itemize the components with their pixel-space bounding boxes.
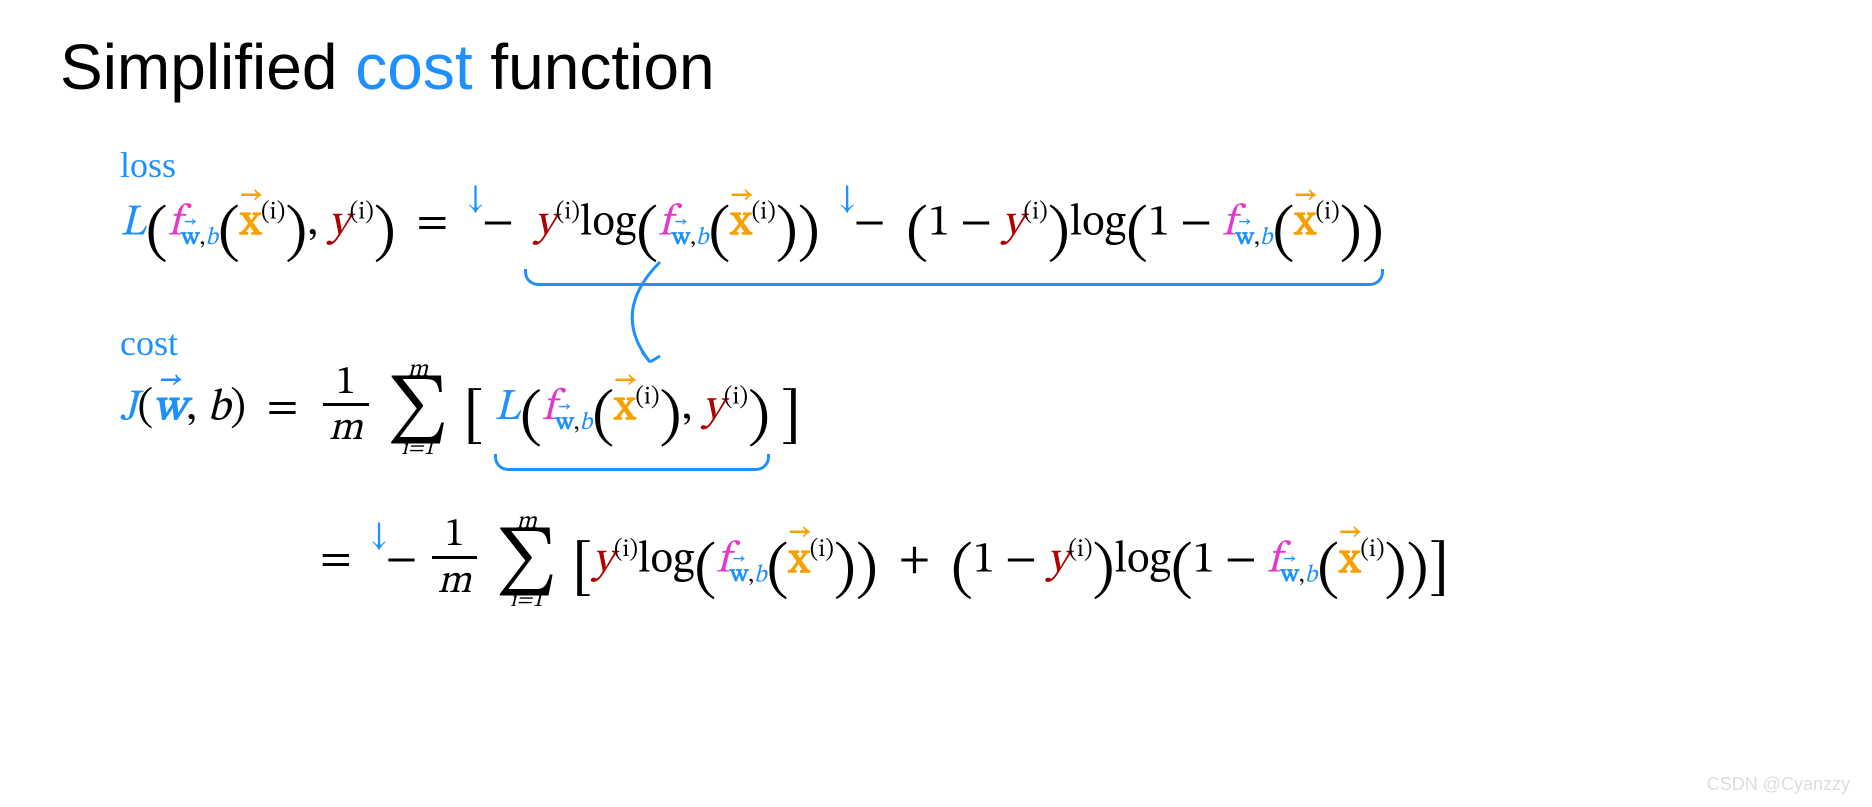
sigma-icon: m∑i=1 <box>387 358 449 460</box>
loss-rhs-underbraced: y(i)log(fw,b(x(i))) ↓− (1 − y(i))log(1 −… <box>524 180 1384 272</box>
title-cost: cost <box>355 31 472 103</box>
cost-expanded-formula: = ↓− 1m m∑i=1 [y(i)log(fw,b(x(i))) + (1 … <box>320 510 1812 612</box>
cost-bracket-underbraced: L(fw,b(x(i)), y(i)) <box>494 382 770 456</box>
slide-title: Simplified cost function <box>60 30 1812 104</box>
title-post: function <box>473 31 715 103</box>
cost-block: cost J(w, b) = 1m m∑i=1 [ L(fw,b(x(i)), … <box>60 322 1812 460</box>
sigma-icon: m∑i=1 <box>496 510 558 612</box>
one-over-m: 1m <box>432 516 478 606</box>
loss-block: loss L(fw,b(x(i)), y(i)) = ↓− y(i)log(fw… <box>60 144 1812 272</box>
slide: Simplified cost function loss L(fw,b(x(i… <box>0 0 1872 807</box>
cost-expanded-block: = ↓− 1m m∑i=1 [y(i)log(fw,b(x(i))) + (1 … <box>260 510 1812 612</box>
cost-formula: J(w, b) = 1m m∑i=1 [ L(fw,b(x(i)), y(i))… <box>120 358 1812 460</box>
title-pre: Simplified <box>60 31 355 103</box>
loss-formula: L(fw,b(x(i)), y(i)) = ↓− y(i)log(fw,b(x(… <box>120 180 1812 272</box>
watermark: CSDN @Cyanzzy <box>1707 774 1850 795</box>
one-over-m: 1m <box>323 364 369 454</box>
